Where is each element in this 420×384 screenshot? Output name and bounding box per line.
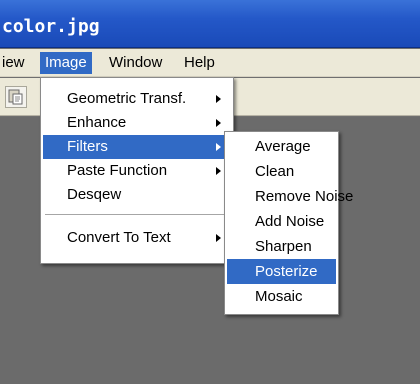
menu-separator — [45, 214, 229, 216]
menu-item-label: Geometric Transf. — [67, 90, 187, 107]
filter-posterize[interactable]: Posterize — [227, 259, 336, 284]
submenu-arrow-icon — [216, 234, 221, 242]
filter-sharpen[interactable]: Sharpen — [227, 234, 336, 259]
menu-item-label: Desqew — [67, 186, 122, 203]
menu-item-filters[interactable]: Filters — [43, 135, 231, 159]
submenu-arrow-icon — [216, 119, 221, 127]
menu-item-enhance[interactable]: Enhance — [43, 111, 231, 135]
paste-icon — [6, 87, 26, 107]
filter-average[interactable]: Average — [227, 134, 336, 159]
title-bar: color.jpg — [0, 0, 420, 48]
submenu-arrow-icon — [216, 167, 221, 175]
menu-item-label: Convert To Text — [67, 229, 171, 246]
submenu-arrow-icon — [216, 95, 221, 103]
menu-view[interactable]: iew — [0, 52, 30, 74]
filter-add-noise[interactable]: Add Noise — [227, 209, 336, 234]
image-menu: Geometric Transf. Enhance Filters Paste … — [40, 77, 234, 264]
menu-bar: iew Image Window Help — [0, 49, 420, 77]
menu-window[interactable]: Window — [104, 52, 167, 74]
window-title: color.jpg — [2, 16, 100, 37]
menu-help[interactable]: Help — [179, 52, 220, 74]
menu-item-label: Filters — [67, 138, 108, 155]
filters-submenu: Average Clean Remove Noise Add Noise Sha… — [224, 131, 353, 315]
menu-image[interactable]: Image — [40, 52, 92, 74]
paste-button[interactable] — [5, 86, 27, 108]
menu-item-desqew[interactable]: Desqew — [43, 183, 231, 207]
menu-item-label: Enhance — [67, 114, 127, 131]
filter-remove-noise[interactable]: Remove Noise — [227, 184, 353, 209]
submenu-arrow-icon — [216, 143, 221, 151]
menu-item-geometric-transf[interactable]: Geometric Transf. — [43, 87, 231, 111]
filter-mosaic[interactable]: Mosaic — [227, 284, 336, 309]
menu-item-paste-function[interactable]: Paste Function — [43, 159, 231, 183]
menu-item-convert-to-text[interactable]: Convert To Text — [43, 226, 231, 250]
filter-clean[interactable]: Clean — [227, 159, 336, 184]
menu-item-label: Paste Function — [67, 162, 168, 179]
